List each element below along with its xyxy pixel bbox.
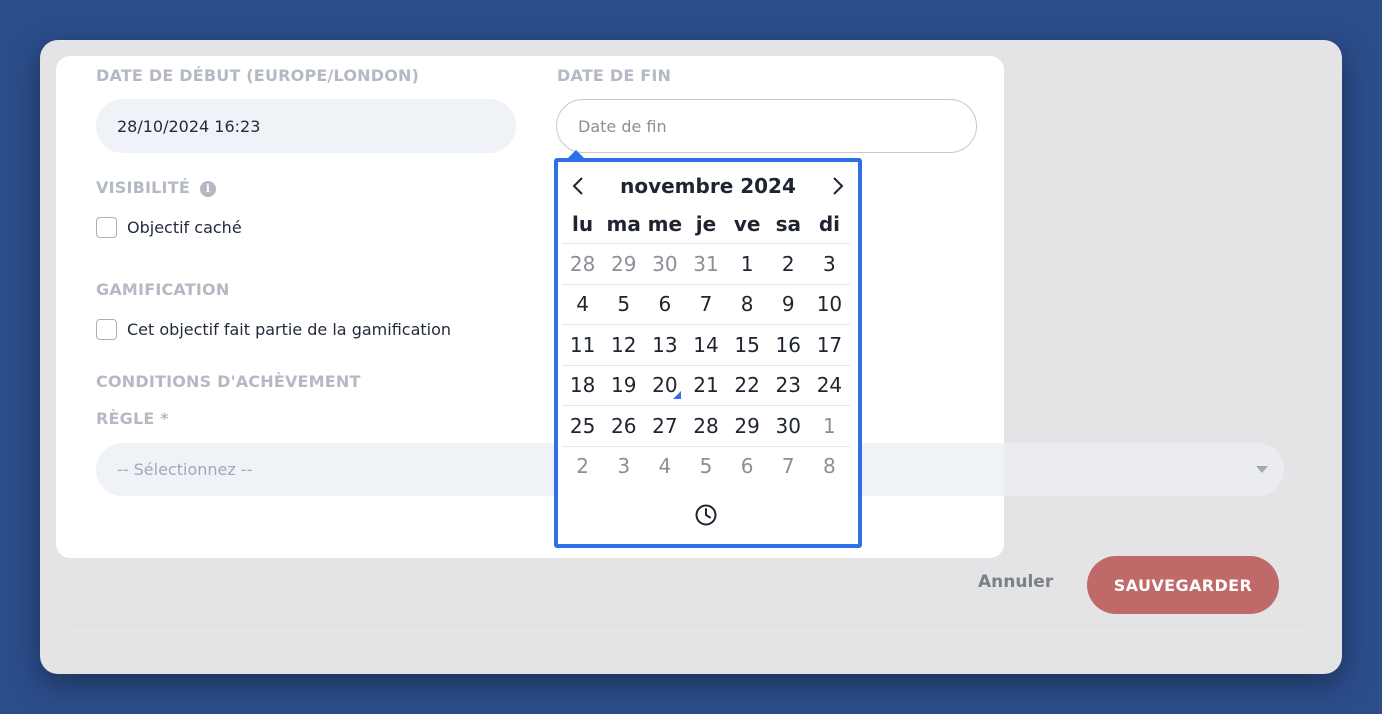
calendar-day[interactable]: 12: [603, 325, 644, 365]
calendar-day[interactable]: 30: [644, 244, 685, 284]
month-title[interactable]: novembre 2024: [620, 174, 796, 198]
calendar-day[interactable]: 5: [685, 447, 726, 487]
calendar-day[interactable]: 6: [644, 285, 685, 325]
calendar-day[interactable]: 21: [685, 366, 726, 406]
calendar-day[interactable]: 17: [809, 325, 850, 365]
weekday-header: sa: [775, 211, 801, 236]
week-row: 18 19 20 21 22 23 24: [562, 364, 850, 406]
calendar-day[interactable]: 8: [727, 285, 768, 325]
calendar-day[interactable]: 4: [562, 285, 603, 325]
calendar-day[interactable]: 10: [809, 285, 850, 325]
weekday-header: di: [818, 211, 840, 236]
calendar-day[interactable]: 24: [809, 366, 850, 406]
rule-select-placeholder: -- Sélectionnez --: [117, 460, 253, 479]
weekday-header: lu: [572, 211, 594, 236]
clock-icon: [695, 504, 717, 526]
visibility-label-text: VISIBILITÉ: [96, 178, 190, 197]
start-date-label: DATE DE DÉBUT (EUROPE/LONDON): [96, 66, 420, 85]
weekday-header: ve: [733, 211, 761, 236]
caret-down-icon: [1256, 466, 1268, 473]
calendar-grid: lu ma me je ve sa di 28 29 30 31 1 2 3 4 5 6 7 8 9 10 11 12 13 1…: [562, 204, 850, 486]
chevron-left-icon: [572, 177, 583, 195]
calendar-day[interactable]: 6: [727, 447, 768, 487]
calendar-day[interactable]: 13: [644, 325, 685, 365]
rule-label: RÈGLE *: [96, 409, 169, 428]
calendar-day[interactable]: 27: [644, 406, 685, 446]
datepicker-header: novembre 2024: [564, 170, 852, 202]
calendar-day[interactable]: 8: [809, 447, 850, 487]
info-icon[interactable]: i: [199, 180, 216, 197]
calendar-day-today[interactable]: 20: [644, 366, 685, 406]
end-date-label: DATE DE FIN: [557, 66, 672, 85]
calendar-day[interactable]: 18: [562, 366, 603, 406]
gamification-label: GAMIFICATION: [96, 280, 230, 299]
gamification-checkbox-label: Cet objectif fait partie de la gamificat…: [127, 320, 452, 339]
calendar-day[interactable]: 5: [603, 285, 644, 325]
visibility-label: VISIBILITÉ i: [96, 178, 216, 197]
save-button[interactable]: SAUVEGARDER: [1087, 556, 1279, 614]
week-row: 2345678: [562, 445, 850, 487]
cancel-button[interactable]: Annuler: [978, 572, 1053, 592]
next-month-button[interactable]: [824, 172, 852, 200]
calendar-day[interactable]: 19: [603, 366, 644, 406]
calendar-day[interactable]: 29: [727, 406, 768, 446]
hidden-goal-label: Objectif caché: [127, 218, 242, 237]
week-row: 28 29 30 31 1 2 3: [562, 243, 850, 284]
calendar-day[interactable]: 14: [685, 325, 726, 365]
calendar-day[interactable]: 30: [768, 406, 809, 446]
time-picker-button[interactable]: [693, 502, 719, 528]
hidden-goal-row: Objectif caché: [96, 217, 242, 238]
gamification-checkbox[interactable]: [96, 319, 117, 340]
calendar-day[interactable]: 7: [768, 447, 809, 487]
calendar-day[interactable]: 11: [562, 325, 603, 365]
calendar-day[interactable]: 3: [603, 447, 644, 487]
calendar-day[interactable]: 16: [768, 325, 809, 365]
start-date-input[interactable]: 28/10/2024 16:23: [96, 99, 516, 153]
calendar-day[interactable]: 2: [768, 244, 809, 284]
conditions-label: CONDITIONS D'ACHÈVEMENT: [96, 372, 361, 391]
calendar-day[interactable]: 1: [727, 244, 768, 284]
calendar-day[interactable]: 1: [809, 406, 850, 446]
datepicker: novembre 2024 lu ma me je ve sa di 28 29 30 31 1 2 3 4…: [554, 158, 862, 548]
week-row: 4 5 6 7 8 9 10: [562, 283, 850, 325]
gamification-row: Cet objectif fait partie de la gamificat…: [96, 319, 451, 340]
calendar-day[interactable]: 3: [809, 244, 850, 284]
weekday-row: lu ma me je ve sa di: [562, 204, 850, 243]
calendar-day[interactable]: 15: [727, 325, 768, 365]
end-date-input[interactable]: Date de fin: [556, 99, 977, 153]
calendar-day[interactable]: 26: [603, 406, 644, 446]
calendar-day[interactable]: 25: [562, 406, 603, 446]
chevron-right-icon: [833, 177, 844, 195]
calendar-day[interactable]: 22: [727, 366, 768, 406]
calendar-day[interactable]: 31: [685, 244, 726, 284]
calendar-day[interactable]: 4: [644, 447, 685, 487]
hidden-goal-checkbox[interactable]: [96, 217, 117, 238]
weekday-header: ma: [606, 211, 641, 236]
calendar-day[interactable]: 28: [562, 244, 603, 284]
calendar-day[interactable]: 9: [768, 285, 809, 325]
week-row: 11 12 13 14 15 16 17: [562, 324, 850, 365]
calendar-day[interactable]: 7: [685, 285, 726, 325]
weekday-header: je: [695, 211, 717, 236]
prev-month-button[interactable]: [564, 172, 592, 200]
week-row: 25 26 27 28 29 30 1: [562, 405, 850, 446]
weekday-header: me: [647, 211, 683, 236]
calendar-day[interactable]: 2: [562, 447, 603, 487]
calendar-day[interactable]: 23: [768, 366, 809, 406]
calendar-day[interactable]: 28: [685, 406, 726, 446]
calendar-day[interactable]: 29: [603, 244, 644, 284]
